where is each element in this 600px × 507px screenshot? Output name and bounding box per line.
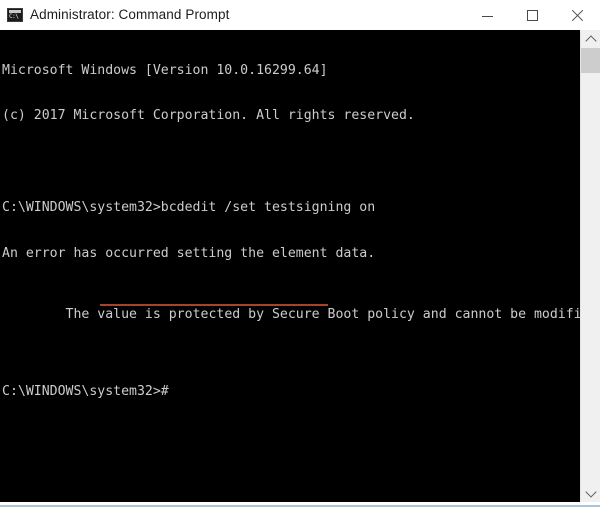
scrollbar-track[interactable] [581,73,600,484]
console-text: Microsoft Windows [Version 10.0.16299.64… [0,30,580,430]
console-scrollbar[interactable] [580,30,600,502]
minimize-button[interactable] [465,0,510,30]
chevron-up-icon [584,34,597,47]
scrollbar-up-button[interactable] [581,30,600,48]
chevron-down-icon [584,485,597,498]
window-controls [465,0,600,30]
command-prompt-window: Administrator: Command Prompt Microsoft … [0,0,600,507]
close-button[interactable] [555,0,600,30]
minimize-icon [482,16,493,17]
maximize-icon [527,9,538,21]
red-underline-annotation [100,304,328,307]
console-line-error-detail-text: The value is protected by Secure Boot po… [65,307,580,323]
window-title: Administrator: Command Prompt [30,7,230,22]
maximize-button[interactable] [510,0,555,30]
console-line: (c) 2017 Microsoft Corporation. All righ… [2,108,415,124]
console-output-area[interactable]: Microsoft Windows [Version 10.0.16299.64… [0,30,580,502]
close-icon [571,9,584,22]
command-prompt-icon [7,8,23,22]
scrollbar-down-button[interactable] [581,484,600,502]
console-line-error: An error has occurred setting the elemen… [2,246,376,262]
console-prompt-line: C:\WINDOWS\system32># [2,383,169,399]
console-line: Microsoft Windows [Version 10.0.16299.64… [2,62,328,78]
title-bar[interactable]: Administrator: Command Prompt [0,0,600,30]
scrollbar-thumb[interactable] [581,48,600,73]
console-line-error-detail: The value is protected by Secure Boot po… [2,292,580,322]
console-line-command: C:\WINDOWS\system32>bcdedit /set testsig… [2,200,376,216]
